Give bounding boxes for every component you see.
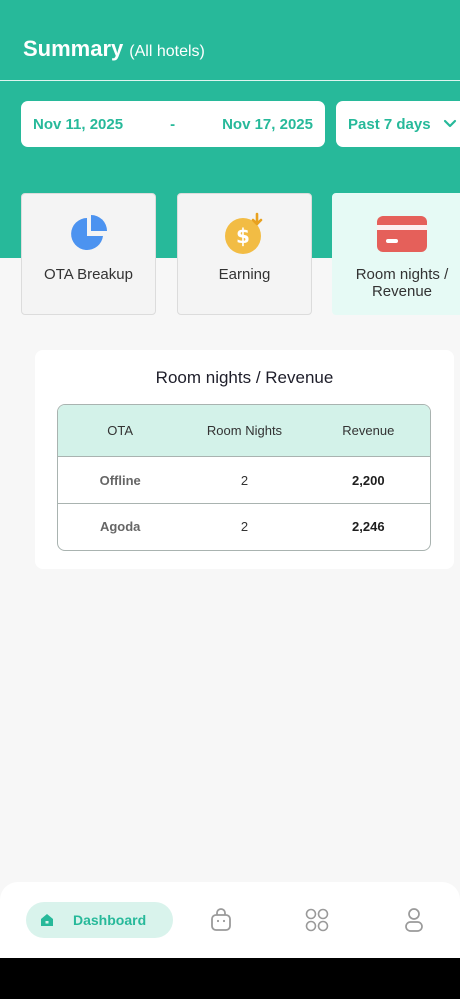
table-row: Agoda 2 2,246 — [58, 503, 430, 549]
column-header-ota: OTA — [107, 423, 134, 438]
page-subtitle: (All hotels) — [129, 43, 205, 60]
svg-text:$: $ — [236, 224, 250, 248]
page-title-text: Summary — [23, 36, 124, 61]
nav-item-dashboard[interactable]: Dashboard — [26, 902, 173, 938]
pie-chart-icon — [67, 212, 111, 256]
apps-grid-icon — [305, 908, 329, 932]
panel-title: Room nights / Revenue — [155, 368, 334, 387]
card-label: Earning — [218, 266, 271, 283]
table-header: OTA Room Nights Revenue — [58, 405, 430, 457]
shopping-bag-icon — [211, 908, 231, 931]
page-title: Summary (All hotels) — [23, 36, 205, 62]
room-nights-revenue-panel: Room nights / Revenue OTA Room Nights Re… — [35, 350, 454, 569]
system-navigation-bar — [0, 958, 460, 999]
card-label: OTA Breakup — [44, 266, 133, 283]
end-date: Nov 17, 2025 — [222, 115, 313, 133]
nav-item-apps[interactable] — [305, 908, 329, 937]
bottom-navigation: Dashboard — [0, 882, 460, 958]
date-range-picker[interactable]: Nov 11, 2025 - Nov 17, 2025 — [21, 101, 325, 147]
column-header-revenue: Revenue — [342, 423, 395, 438]
nav-item-label: Dashboard — [73, 912, 147, 928]
chevron-down-icon — [443, 119, 456, 128]
period-selected-value: Past 7 days — [348, 115, 431, 133]
card-earning[interactable]: $ Earning — [177, 193, 312, 315]
period-dropdown[interactable]: Past 7 days — [336, 101, 460, 147]
cell-room-nights: 2 — [240, 472, 249, 488]
start-date: Nov 11, 2025 — [33, 115, 124, 133]
cell-room-nights: 2 — [240, 519, 249, 534]
card-ota-breakup[interactable]: OTA Breakup — [21, 193, 156, 315]
dollar-coin-icon: $ — [223, 212, 267, 256]
date-separator: - — [170, 115, 176, 133]
nav-item-bookings[interactable] — [210, 908, 232, 937]
credit-card-icon — [376, 212, 428, 256]
nav-item-profile[interactable] — [404, 908, 424, 937]
home-icon — [41, 914, 53, 926]
cell-ota: Agoda — [99, 519, 141, 534]
cell-ota: Offline — [99, 472, 141, 488]
cell-revenue: 2,200 — [352, 472, 385, 488]
profile-icon — [405, 908, 423, 932]
card-label: Room nights / Revenue — [355, 266, 449, 300]
cell-revenue: 2,246 — [352, 519, 385, 534]
revenue-table: OTA Room Nights Revenue Offline 2 2,200 … — [57, 404, 431, 551]
header-divider — [0, 80, 460, 81]
table-row: Offline 2 2,200 — [58, 457, 430, 503]
card-room-nights-revenue[interactable]: Room nights / Revenue — [332, 193, 460, 315]
column-header-room-nights: Room Nights — [206, 423, 283, 438]
